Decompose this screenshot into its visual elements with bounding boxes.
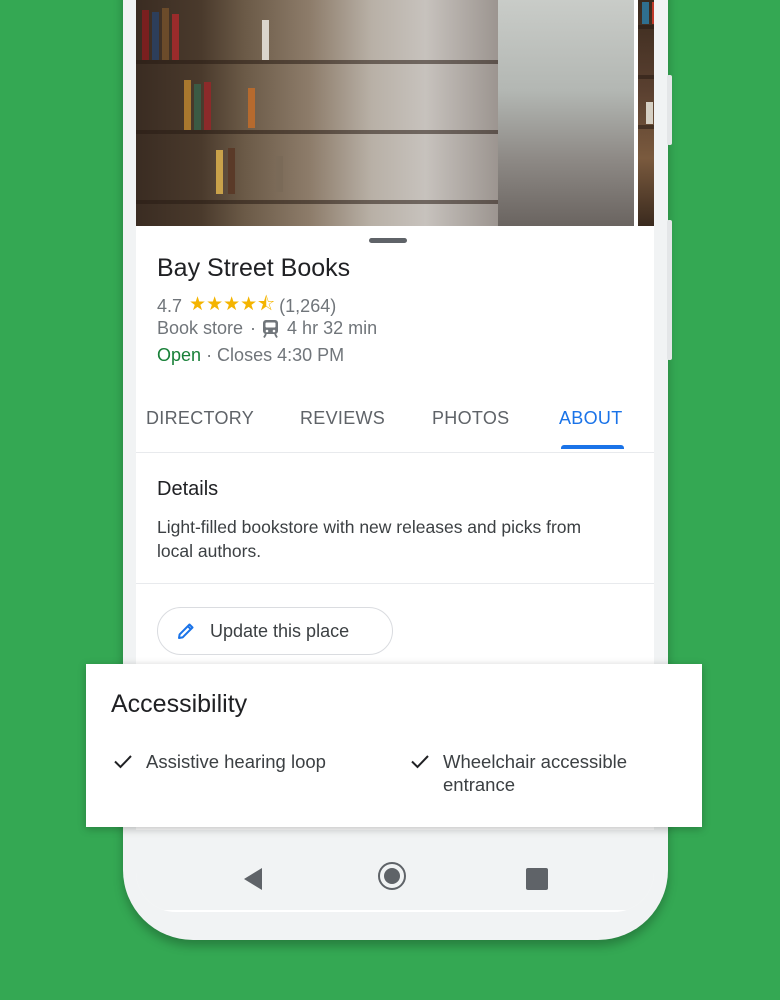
category-row: Book store · 4 hr 32 min	[157, 318, 377, 339]
phone-side-button	[667, 75, 672, 145]
pencil-icon	[178, 623, 194, 639]
accessibility-heading: Accessibility	[111, 690, 248, 718]
tab-photos[interactable]: PHOTOS	[432, 408, 509, 429]
transit-time: 4 hr 32 min	[287, 318, 378, 338]
home-icon[interactable]	[378, 862, 406, 890]
tab-reviews[interactable]: REVIEWS	[300, 408, 385, 429]
store-interior-photo[interactable]	[498, 0, 634, 226]
accessibility-item: Assistive hearing loop	[112, 750, 326, 773]
update-place-button[interactable]: Update this place	[157, 607, 393, 655]
recents-icon[interactable]	[526, 868, 548, 890]
photo-gallery[interactable]	[136, 0, 654, 226]
place-name: Bay Street Books	[157, 254, 351, 282]
phone-side-button	[667, 220, 672, 360]
reading-chair-photo[interactable]	[638, 0, 654, 226]
accessibility-item: Wheelchair accessible entrance	[409, 750, 659, 796]
review-count: (1,264)	[279, 295, 337, 316]
separator: ·	[250, 318, 257, 338]
rating-value: 4.7	[157, 295, 183, 316]
sheet-drag-handle[interactable]	[369, 238, 407, 243]
update-place-label: Update this place	[210, 620, 350, 641]
android-nav-bar	[136, 830, 654, 910]
place-category: Book store	[157, 318, 244, 338]
details-heading: Details	[157, 478, 219, 500]
check-icon	[114, 755, 132, 769]
tab-about[interactable]: ABOUT	[559, 408, 623, 429]
back-icon[interactable]	[244, 868, 262, 890]
closing-time: · Closes 4:30 PM	[206, 345, 345, 365]
bookshelf-photo[interactable]	[136, 0, 498, 226]
check-icon	[411, 755, 429, 769]
details-description: Light-filled bookstore with new releases…	[157, 517, 582, 561]
divider	[136, 583, 654, 584]
accessibility-card: Accessibility Assistive hearing loop Whe…	[86, 664, 702, 827]
tab-bar: DIRECTORY REVIEWS PHOTOS ABOUT	[136, 398, 654, 453]
hours-row[interactable]: Open · Closes 4:30 PM	[157, 345, 344, 366]
tab-directory[interactable]: DIRECTORY	[146, 408, 254, 429]
accessibility-item-label: Wheelchair accessible entrance	[443, 751, 628, 795]
accessibility-item-label: Assistive hearing loop	[146, 751, 326, 772]
open-status: Open	[157, 345, 202, 365]
train-icon	[263, 320, 279, 338]
active-tab-indicator	[561, 445, 624, 449]
